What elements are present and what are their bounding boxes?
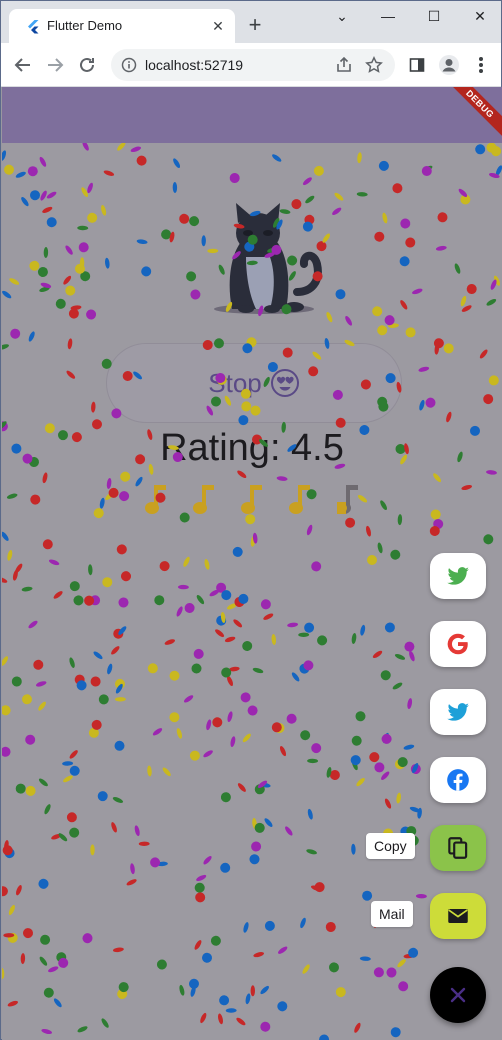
mail-icon [448,908,468,924]
side-panel-icon[interactable] [405,53,429,77]
browser-window: Flutter Demo ✕ + ⌄ — ☐ ✕ localhost:52719 [0,0,502,1040]
rating-bar[interactable] [142,481,372,517]
copy-label[interactable]: Copy [366,833,415,859]
close-tab-icon[interactable]: ✕ [209,17,227,35]
share-icon[interactable] [335,56,353,74]
facebook-icon [447,769,469,791]
close-window-icon[interactable]: ✕ [457,5,502,27]
twitter-icon [447,703,469,721]
minimize-icon[interactable]: — [365,5,411,27]
speed-dial-main-fab[interactable] [430,967,486,1023]
rating-note-1-icon[interactable] [145,485,166,514]
rating-text: Rating: 4.5 [160,427,344,469]
new-tab-icon[interactable]: + [245,14,265,36]
reload-icon[interactable] [75,53,99,77]
rating-note-2-icon[interactable] [193,485,214,514]
app-bar [2,87,502,143]
google-fab[interactable] [430,621,486,667]
flutter-app: DEBUG Stop Rating: 4.5 Copy Mail [2,87,502,1040]
maximize-icon[interactable]: ☐ [411,5,457,27]
copy-fab[interactable] [430,825,486,871]
bookmark-star-icon[interactable] [365,56,383,74]
twitter-green-fab[interactable] [430,553,486,599]
twitter-icon [447,567,469,585]
tab-title: Flutter Demo [47,18,123,33]
flutter-icon [28,20,39,34]
twitter-cyan-fab[interactable] [430,689,486,735]
menu-dots-icon[interactable] [469,53,493,77]
rating-note-4-icon[interactable] [289,485,310,514]
mail-label[interactable]: Mail [371,901,413,927]
chevron-down-icon[interactable]: ⌄ [319,5,365,27]
profile-avatar-icon[interactable] [437,53,461,77]
google-icon [447,633,468,655]
copy-icon [448,837,468,859]
close-icon [450,987,466,1003]
browser-toolbar: localhost:52719 [1,43,501,87]
stop-button-label: Stop [208,367,262,398]
rating-note-5-half-icon[interactable] [337,485,358,514]
heart-eyes-emoji-icon [270,369,299,397]
rating-note-3-icon[interactable] [241,485,262,514]
site-info-icon[interactable] [121,57,137,73]
stop-button[interactable]: Stop [106,343,402,423]
forward-icon[interactable] [43,53,67,77]
back-icon[interactable] [11,53,35,77]
tab-strip: Flutter Demo ✕ + ⌄ — ☐ ✕ [1,1,501,43]
mail-fab[interactable] [430,893,486,939]
address-bar[interactable]: localhost:52719 [111,49,395,81]
cat-illustration [214,203,322,314]
url-text: localhost:52719 [145,57,244,73]
browser-tab[interactable]: Flutter Demo ✕ [9,9,235,43]
facebook-fab[interactable] [430,757,486,803]
